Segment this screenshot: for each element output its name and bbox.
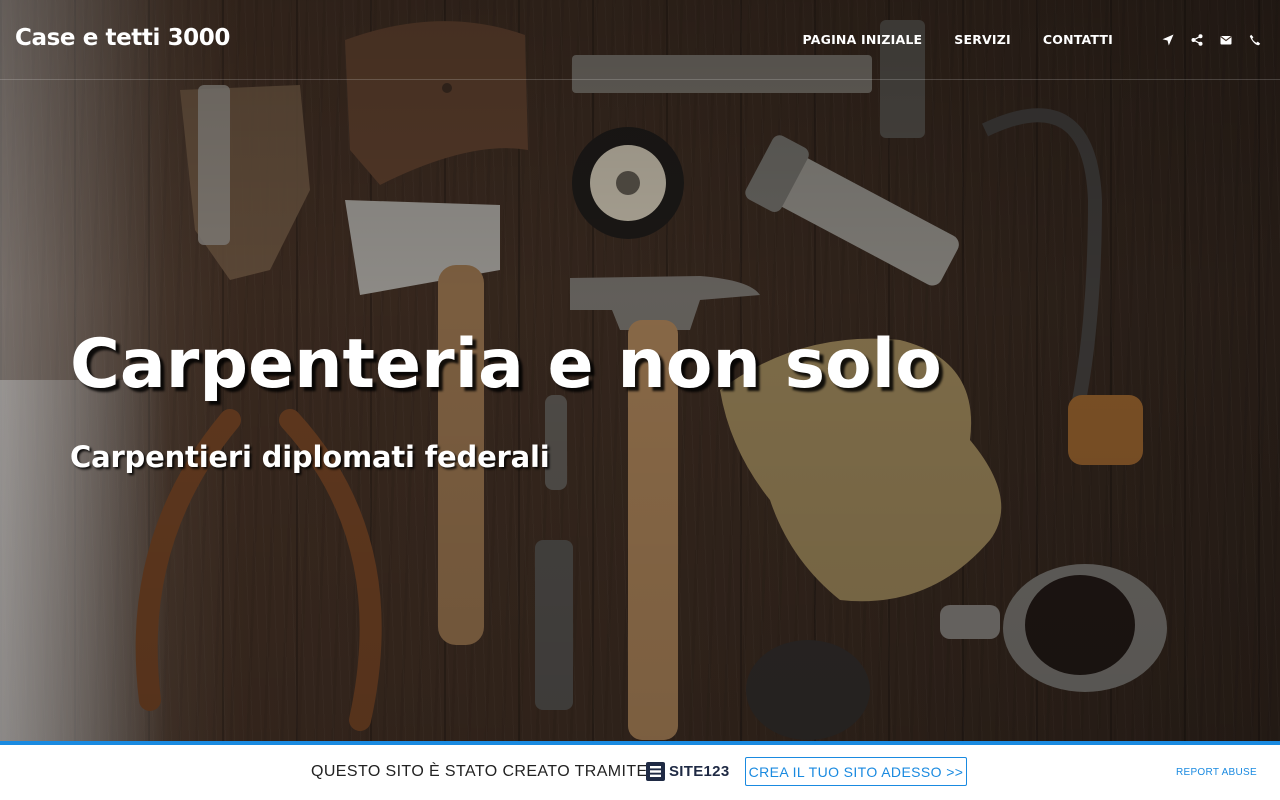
create-site-button[interactable]: CREA IL TUO SITO ADESSO >>	[745, 757, 967, 786]
hero-title: Carpenteria e non solo	[70, 325, 942, 404]
site123-logo-icon	[646, 762, 665, 781]
site123-promo-bar: QUESTO SITO È STATO CREATO TRAMITE SITE1…	[0, 741, 1280, 800]
location-arrow-icon[interactable]	[1162, 34, 1174, 46]
main-menu: PAGINA INIZIALE SERVIZI CONTATTI	[803, 0, 1280, 79]
promo-text: QUESTO SITO È STATO CREATO TRAMITE	[311, 763, 648, 780]
envelope-icon[interactable]	[1220, 34, 1232, 46]
top-navigation: Case e tetti 3000 PAGINA INIZIALE SERVIZ…	[0, 0, 1280, 80]
nav-pagina-iniziale[interactable]: PAGINA INIZIALE	[803, 32, 923, 47]
site-logo-link[interactable]: Case e tetti 3000	[15, 25, 230, 51]
phone-icon[interactable]	[1249, 34, 1261, 46]
report-abuse-link[interactable]: REPORT ABUSE	[1176, 767, 1257, 778]
nav-servizi[interactable]: SERVIZI	[954, 32, 1011, 47]
hero-subtitle: Carpentieri diplomati federali	[70, 440, 550, 474]
site123-logo-text: SITE123	[669, 763, 730, 780]
share-icon[interactable]	[1191, 33, 1203, 46]
site123-logo[interactable]: SITE123	[646, 762, 729, 781]
nav-icon-group	[1145, 33, 1261, 46]
nav-contatti[interactable]: CONTATTI	[1043, 32, 1113, 47]
